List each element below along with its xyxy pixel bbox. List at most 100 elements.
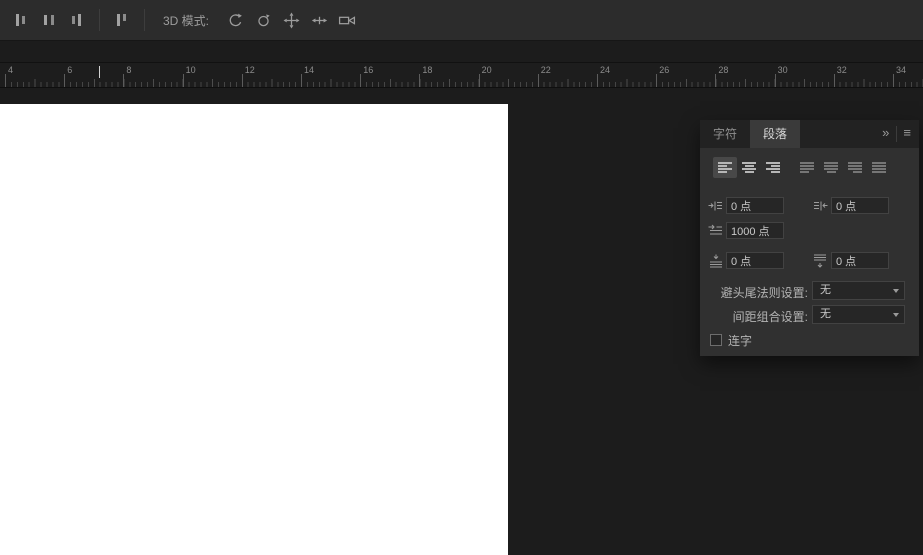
justify-last-right-button[interactable] [843,157,867,178]
justify-last-center-icon [824,162,838,173]
roll-3d-camera-button[interactable] [250,8,276,32]
ruler-label: 4 [8,65,14,75]
ruler-label: 6 [67,65,73,75]
align-left-edges-button[interactable] [8,8,34,32]
toolbar-divider [144,9,145,31]
align-right-edges-button[interactable] [64,8,90,32]
chevron-down-icon [893,313,899,317]
orbit-3d-camera-icon [229,13,242,26]
kinsoku-label: 避头尾法则设置: [720,286,808,300]
justify-all-icon [872,162,886,173]
mojikumi-label: 间距组合设置: [732,310,808,324]
ruler-label: 22 [540,65,551,75]
ruler-major-tick [774,74,776,87]
horizontal-ruler[interactable]: 4 6 8 10 12 14 16 18 20 22 24 26 28 30 32 34 [0,62,923,88]
ruler-label: 12 [244,65,255,75]
ruler-label: 28 [718,65,729,75]
ruler-label: 20 [481,65,492,75]
align-center-button[interactable] [737,157,761,178]
distribute-bars-icon [117,14,126,26]
space-before-icon [708,254,724,268]
panel-menu-icon[interactable]: ≡ [898,120,919,148]
tab-spacer [800,120,875,148]
pan-3d-camera-button[interactable] [278,8,304,32]
hyphenate-label: 连字 [728,334,753,348]
panel-tab-bar: 字符 段落 » ≡ [700,120,919,148]
align-right-button[interactable] [761,157,785,178]
justify-last-center-button[interactable] [819,157,843,178]
zoom-3d-camera-button[interactable] [334,8,360,32]
roll-3d-camera-icon [257,13,270,26]
ruler-major-tick [64,74,66,87]
zoom-3d-camera-icon [338,15,356,25]
ruler-major-tick [715,74,717,87]
justify-last-left-icon [800,162,814,173]
first-line-indent-icon [708,224,724,238]
hyphenate-checkbox[interactable] [710,334,722,346]
canvas[interactable] [0,104,508,555]
ruler-major-tick [419,74,421,87]
indent-right-input[interactable] [831,197,889,214]
ruler-major-tick [123,74,125,87]
justify-last-right-icon [848,162,862,173]
ruler-label: 16 [363,65,374,75]
tab-character[interactable]: 字符 [700,120,750,148]
ruler-label: 8 [126,65,132,75]
slide-3d-camera-icon [311,16,327,24]
ruler-label: 30 [777,65,788,75]
ruler-label: 26 [659,65,670,75]
space-after-input[interactable] [831,252,889,269]
ruler-major-tick [893,74,894,87]
ruler-major-tick [360,74,362,87]
space-after-icon [812,254,828,268]
toolbar-divider [99,9,100,31]
kinsoku-value: 无 [820,284,831,296]
tab-bar-divider [896,126,898,142]
indent-left-input[interactable] [726,197,784,214]
align-center-icon [742,162,756,173]
mojikumi-select[interactable]: 无 [812,305,905,324]
ruler-major-tick [597,74,598,87]
ruler-position-indicator [99,66,100,78]
indent-left-icon [708,199,724,213]
ruler-major-tick [656,74,658,87]
chevron-down-icon [893,289,899,293]
paragraph-panel: 字符 段落 » ≡ 避头尾法则设置: [700,120,919,356]
options-bar: 3D 模式: [0,0,923,41]
ruler-label: 32 [836,65,847,75]
3d-mode-label: 3D 模式: [163,13,210,28]
ruler-label: 34 [896,65,907,75]
align-left-button[interactable] [713,157,737,178]
collapse-panel-icon[interactable]: » [875,120,895,148]
space-before-input[interactable] [726,252,784,269]
align-right-icon [766,162,780,173]
align-left-edges-icon [16,14,25,26]
tab-paragraph[interactable]: 段落 [750,120,801,148]
first-line-indent-input[interactable] [726,222,784,239]
align-centers-button[interactable] [36,8,62,32]
ruler-label: 24 [600,65,611,75]
ruler-label: 18 [422,65,433,75]
ruler-major-tick [537,74,539,87]
align-left-icon [718,162,732,173]
paragraph-align-buttons [713,157,891,178]
slide-3d-camera-button[interactable] [306,8,332,32]
ruler-major-tick [241,74,243,87]
justify-all-button[interactable] [867,157,891,178]
justify-last-left-button[interactable] [795,157,819,178]
indent-right-icon [812,199,828,213]
ruler-major-tick [478,74,480,87]
pan-3d-camera-icon [283,12,299,28]
mojikumi-value: 无 [820,308,831,320]
ruler-label: 14 [304,65,315,75]
ruler-label: 10 [185,65,196,75]
ruler-major-tick [182,74,184,87]
kinsoku-select[interactable]: 无 [812,281,905,300]
ruler-major-tick [5,74,6,87]
ruler-major-tick [833,74,835,87]
orbit-3d-camera-button[interactable] [222,8,248,32]
distribute-bars-button[interactable] [109,8,135,32]
align-centers-icon [44,15,54,25]
ruler-major-tick [301,74,302,87]
align-right-edges-icon [72,14,81,26]
